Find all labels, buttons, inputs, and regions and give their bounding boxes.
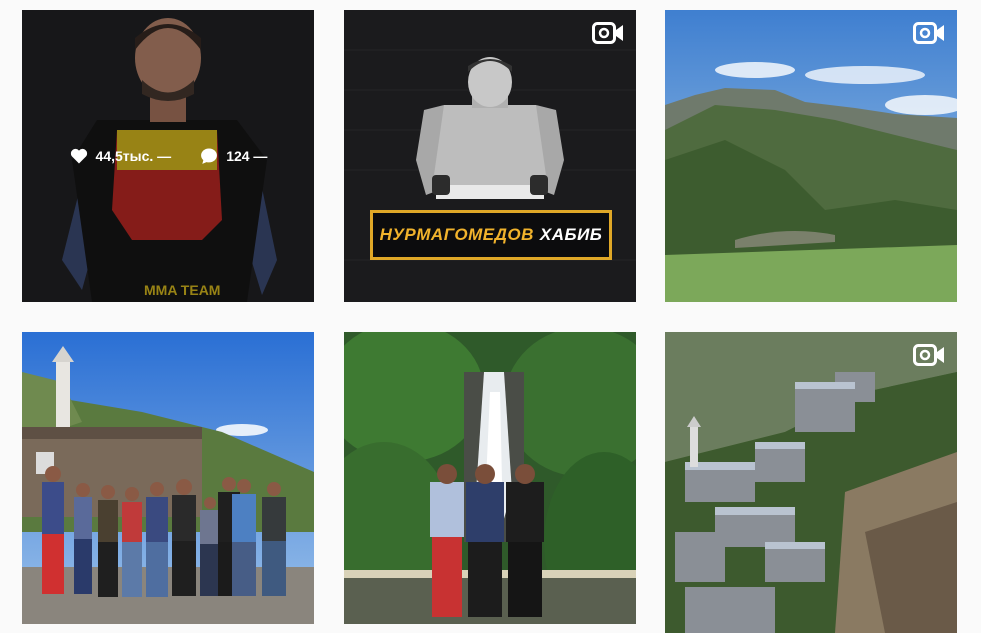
- post-grid: MMA TEAM 44,5тыс. — 124 — НУРМАГОМЕДОВ Х…: [0, 0, 981, 633]
- likes-stat[interactable]: 44,5тыс. —: [69, 146, 172, 166]
- post-tile-5[interactable]: [344, 332, 636, 624]
- post-tile-1[interactable]: MMA TEAM 44,5тыс. — 124 —: [22, 10, 314, 302]
- post-image-mountain-valley: [665, 10, 957, 302]
- likes-count: 44,5тыс. —: [95, 148, 172, 164]
- post-tile-4[interactable]: [22, 332, 314, 624]
- comments-count: 124 —: [226, 148, 268, 164]
- post-image-waterfall: [344, 332, 636, 624]
- banner-first-name: НУРМАГОМЕДОВ: [379, 225, 534, 244]
- post-tile-6[interactable]: [665, 332, 957, 633]
- post-tile-2[interactable]: НУРМАГОМЕДОВ ХАБИБ: [344, 10, 636, 302]
- comment-bubble-icon: [199, 146, 219, 166]
- video-camera-icon: [913, 22, 945, 44]
- fighter-name-banner: НУРМАГОМЕДОВ ХАБИБ: [370, 210, 612, 260]
- post-tile-3[interactable]: [665, 10, 957, 302]
- video-camera-icon: [913, 344, 945, 366]
- banner-last-name: ХАБИБ: [539, 225, 603, 244]
- post-image-group-village: [22, 332, 314, 624]
- comments-stat[interactable]: 124 —: [199, 146, 267, 166]
- heart-icon: [69, 146, 89, 166]
- hover-overlay: 44,5тыс. — 124 —: [22, 10, 314, 302]
- post-image-mountain-village: [665, 332, 957, 633]
- video-camera-icon: [592, 22, 624, 44]
